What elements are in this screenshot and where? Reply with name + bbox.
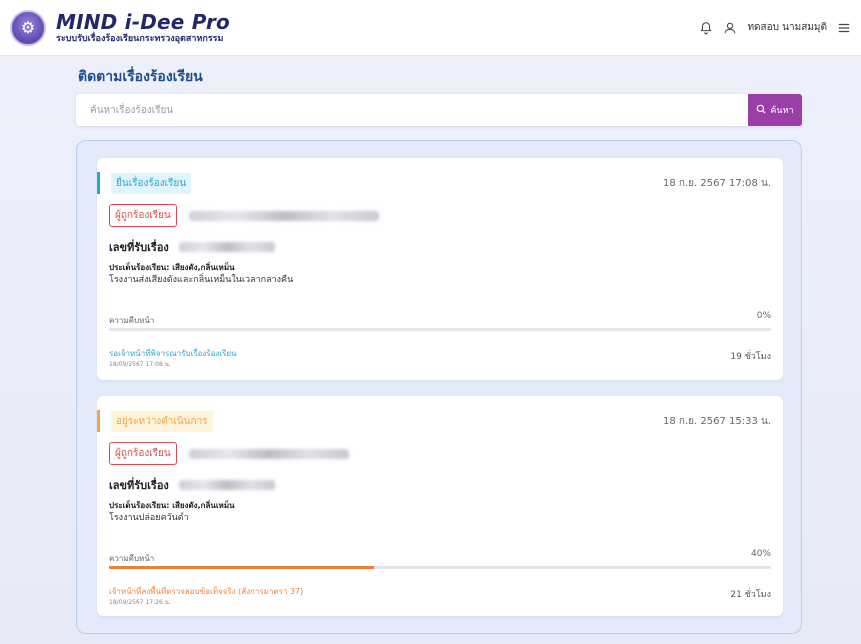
user-icon[interactable] <box>723 21 737 35</box>
respondent-row: ผู้ถูกร้องเรียน <box>109 204 379 227</box>
progress-fill <box>109 566 374 569</box>
progress-bar <box>109 328 771 331</box>
complaint-card[interactable]: อยู่ระหว่างดำเนินการ 18 ก.ย. 2567 15:33 … <box>97 396 783 616</box>
status-accent-bar <box>97 410 100 432</box>
brand: MIND i-Dee Pro ระบบรับเรื่องร้องเรียนกระ… <box>56 11 230 45</box>
respondent-name-redacted <box>188 210 379 221</box>
status-badge: ยื่นเรื่องร้องเรียน <box>111 173 192 194</box>
search-bar: ค้นหา <box>76 94 802 126</box>
complaint-description: โรงงานส่งเสียงดังและกลิ่นเหม็นในเวลากลาง… <box>109 275 294 285</box>
status-accent-bar <box>97 172 100 194</box>
status-badge: อยู่ระหว่างดำเนินการ <box>111 411 213 432</box>
reference-row: เลขที่รับเรื่อง <box>109 238 275 256</box>
menu-icon[interactable] <box>837 21 851 35</box>
app-subtitle: ระบบรับเรื่องร้องเรียนกระทรวงอุตสาหกรรม <box>56 33 224 44</box>
progress-label: ความคืบหน้า <box>109 316 155 325</box>
progress-bar <box>109 566 771 569</box>
progress-percent: 40% <box>750 549 771 559</box>
step-duration: 21 ชั่วโมง <box>730 590 771 600</box>
complaint-card[interactable]: ยื่นเรื่องร้องเรียน 18 ก.ย. 2567 17:08 น… <box>97 158 783 380</box>
page-title: ติดตามเรื่องร้องเรียน <box>78 69 203 85</box>
search-button[interactable]: ค้นหา <box>748 94 802 126</box>
bell-icon[interactable] <box>699 21 713 35</box>
progress-label: ความคืบหน้า <box>109 554 155 563</box>
respondent-badge: ผู้ถูกร้องเรียน <box>109 442 177 465</box>
step-duration: 19 ชั่วโมง <box>730 352 771 362</box>
complaint-datetime: 18 ก.ย. 2567 17:08 น. <box>663 178 771 189</box>
complaint-datetime: 18 ก.ย. 2567 15:33 น. <box>663 416 771 427</box>
reference-row: เลขที่รับเรื่อง <box>109 476 275 494</box>
top-header: ⚙ MIND i-Dee Pro ระบบรับเรื่องร้องเรียนก… <box>0 0 861 56</box>
complaint-list-panel: ยื่นเรื่องร้องเรียน 18 ก.ย. 2567 17:08 น… <box>76 140 802 634</box>
step-date: 18/09/2567 17:26 น. <box>109 599 171 606</box>
user-name[interactable]: ทดสอบ นามสมมุติ <box>747 20 827 35</box>
respondent-name-redacted <box>188 448 349 459</box>
search-input[interactable] <box>76 94 748 126</box>
search-button-label: ค้นหา <box>770 106 794 116</box>
header-actions: ทดสอบ นามสมมุติ <box>699 20 851 35</box>
reference-label: เลขที่รับเรื่อง <box>109 241 169 254</box>
respondent-row: ผู้ถูกร้องเรียน <box>109 442 349 465</box>
step-date: 18/09/2567 17:08 น. <box>109 361 171 368</box>
reference-number-redacted <box>178 242 275 252</box>
reference-label: เลขที่รับเรื่อง <box>109 479 169 492</box>
progress-percent: 0% <box>756 311 771 321</box>
app-name: MIND i-Dee Pro <box>56 9 230 34</box>
ministry-logo-icon[interactable]: ⚙ <box>10 9 46 46</box>
search-icon <box>756 104 766 117</box>
complaint-description: โรงงานปล่อยควันดำ <box>109 513 189 523</box>
respondent-badge: ผู้ถูกร้องเรียน <box>109 204 177 227</box>
reference-number-redacted <box>178 480 275 490</box>
